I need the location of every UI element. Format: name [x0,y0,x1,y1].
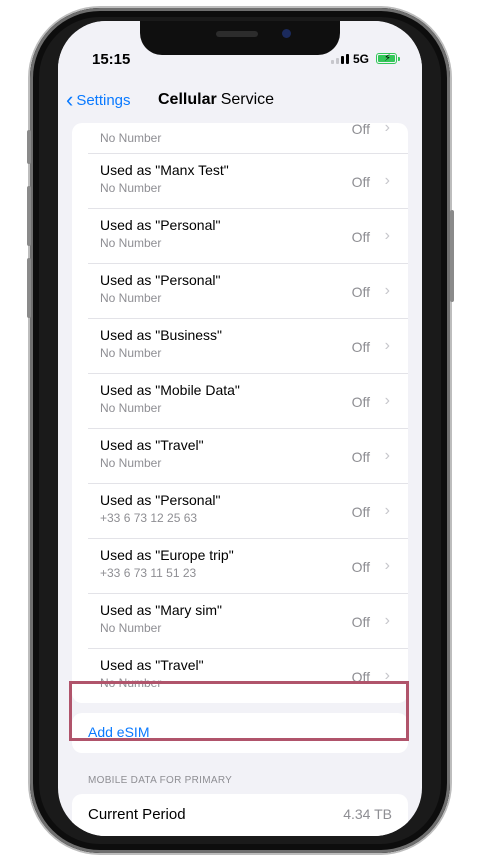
volume-down-button [27,258,31,318]
chevron-right-icon: › [384,447,390,464]
volume-up-button [27,186,31,246]
plan-row-subtitle: No Number [100,621,162,635]
plan-row-partial[interactable]: No Number Off › [88,119,408,154]
back-button[interactable]: ‹ Settings [66,87,131,112]
chevron-right-icon: › [384,282,390,299]
signal-bars-icon [331,54,349,64]
network-type: 5G [353,52,370,66]
plan-row-subtitle: +33 6 73 12 25 63 [100,511,198,525]
current-period-label: Current Period [88,806,186,823]
plan-row-value: Off [351,394,370,410]
chevron-right-icon: › [384,172,390,189]
plan-row-title: Used as "Europe trip" [100,547,234,563]
plan-row[interactable]: Used as "Mobile Data" No Number Off › [88,374,408,429]
cellular-plans-list: No Number Off › Used as "Manx Test" No Nu… [72,119,408,703]
plan-row-value: Off [351,669,370,685]
chevron-right-icon: › [384,227,390,244]
navigation-bar: ‹ Settings Cellular Service [58,81,422,123]
plan-row-value: Off [351,339,370,355]
silent-switch [27,130,31,164]
plan-row-subtitle: No Number [100,676,162,690]
plan-row-value: Off [351,284,370,300]
plan-row-title: Used as "Personal" [100,272,221,288]
plan-row-title: Used as "Mobile Data" [100,382,240,398]
plan-row-value: Off [351,449,370,465]
chevron-right-icon: › [384,337,390,354]
chevron-right-icon: › [384,612,390,629]
plan-row-title: Used as "Travel" [100,657,204,673]
front-camera [282,29,291,38]
plan-row-title: Used as "Travel" [100,437,204,453]
plan-row[interactable]: Used as "Personal" No Number Off › [88,264,408,319]
page-title: Cellular Service [158,91,275,108]
plan-row-title: Used as "Mary sim" [100,602,222,618]
plan-row-title: Used as "Personal" [100,217,221,233]
chevron-right-icon: › [384,667,390,684]
plan-row-value: Off [351,504,370,520]
power-button [450,210,454,302]
current-period-row[interactable]: Current Period 4.34 TB [72,794,408,836]
settings-content: No Number Off › Used as "Manx Test" No Nu… [58,119,422,836]
plan-row-subtitle: No Number [100,456,162,470]
chevron-left-icon: ‹ [66,87,74,112]
plan-row[interactable]: Used as "Business" No Number Off › [88,319,408,374]
speaker [216,31,258,37]
plan-row[interactable]: Used as "Mary sim" No Number Off › [88,594,408,649]
plan-row-subtitle: No Number [100,401,162,415]
plan-row-subtitle: No Number [100,236,162,250]
chevron-right-icon: › [384,557,390,574]
plan-row-title: Used as "Business" [100,327,222,343]
plan-row-subtitle: +33 6 73 11 51 23 [100,566,197,580]
mobile-data-section-header: MOBILE DATA FOR PRIMARY [88,775,233,786]
battery-charging-icon: ⚡ [376,53,400,64]
plan-row[interactable]: Used as "Travel" No Number Off › [88,429,408,484]
plan-row-value: Off [351,174,370,190]
status-time: 15:15 [92,51,131,68]
plan-row-subtitle: No Number [100,181,162,195]
add-esim-button[interactable]: Add eSIM [88,724,149,740]
plan-row[interactable]: Used as "Personal" No Number Off › [88,209,408,264]
chevron-right-icon: › [384,502,390,519]
phone-screen: 15:15 5G ⚡ ‹ Settings Cellular Service No… [58,21,422,836]
plan-row-title: Used as "Personal" [100,492,221,508]
plan-row-value: Off [351,559,370,575]
plan-row-value: Off [351,614,370,630]
plan-row-subtitle: No Number [100,291,162,305]
plan-row[interactable]: Used as "Personal" +33 6 73 12 25 63 Off › [88,484,408,539]
plan-row-value: Off [351,229,370,245]
notch [140,21,340,55]
plan-row[interactable]: Used as "Europe trip" +33 6 73 11 51 23 Of… [88,539,408,594]
chevron-right-icon: › [384,392,390,409]
add-esim-group: Add eSIM [72,713,408,753]
plan-row[interactable]: Used as "Travel" No Number Off › [88,649,408,703]
plan-row-title: Used as "Manx Test" [100,162,229,178]
plan-row-subtitle: No Number [100,346,162,360]
current-period-value: 4.34 TB [343,806,392,822]
back-button-label: Settings [76,91,131,109]
plan-row[interactable]: Used as "Manx Test" No Number Off › [88,154,408,209]
